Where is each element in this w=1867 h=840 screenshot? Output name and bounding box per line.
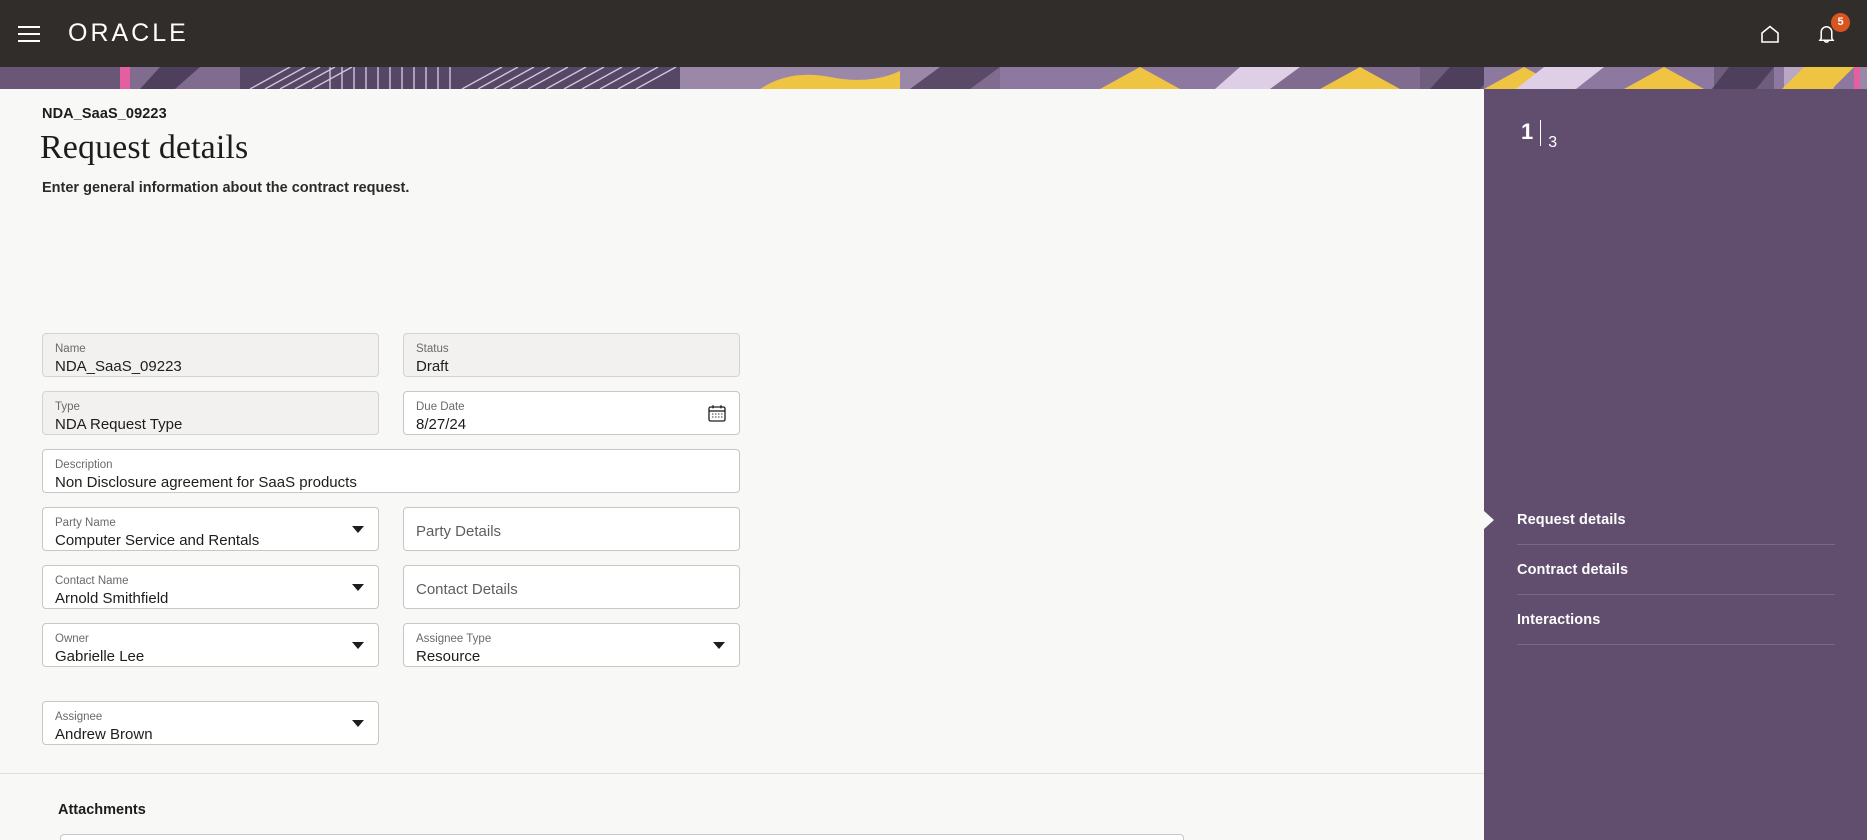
notification-count-badge: 5: [1831, 12, 1850, 32]
field-description-label: Description: [55, 459, 113, 471]
sidebar-item-request-details[interactable]: Request details: [1484, 495, 1835, 545]
field-name-value: NDA_SaaS_09223: [55, 358, 182, 375]
chevron-down-icon[interactable]: [352, 584, 364, 591]
field-description[interactable]: Description Non Disclosure agreement for…: [42, 449, 740, 493]
wizard-step-list: Request details Contract details Interac…: [1484, 495, 1835, 645]
field-due-date[interactable]: Due Date 8/27/24: [403, 391, 740, 435]
wizard-step-separator: [1540, 120, 1542, 146]
field-due-date-label: Due Date: [416, 401, 465, 413]
field-type-label: Type: [55, 401, 80, 413]
chevron-down-icon[interactable]: [713, 642, 725, 649]
field-contact-details[interactable]: Contact Details: [403, 565, 740, 609]
field-contact-name-value: Arnold Smithfield: [55, 590, 169, 607]
field-assignee-type-label: Assignee Type: [416, 633, 492, 645]
page-title: Request details: [40, 129, 249, 166]
section-divider: [0, 773, 1484, 774]
field-party-name-label: Party Name: [55, 517, 116, 529]
wizard-step-counter: 1 3: [1521, 120, 1557, 158]
sidebar-item-interactions[interactable]: Interactions: [1517, 595, 1835, 645]
main-content-area: NDA_SaaS_09223 Request details Enter gen…: [0, 89, 1484, 840]
sidebar-item-interactions-label: Interactions: [1517, 611, 1601, 628]
chevron-down-icon[interactable]: [352, 642, 364, 649]
field-party-name-value: Computer Service and Rentals: [55, 532, 260, 549]
field-name-label: Name: [55, 343, 86, 355]
sidebar-item-request-details-label: Request details: [1517, 511, 1626, 528]
field-contact-name-label: Contact Name: [55, 575, 129, 587]
calendar-icon[interactable]: [707, 403, 727, 423]
active-step-pointer-icon: [1484, 510, 1494, 529]
field-description-value: Non Disclosure agreement for SaaS produc…: [55, 474, 357, 491]
chevron-down-icon[interactable]: [352, 720, 364, 727]
topbar-actions: 5: [1755, 12, 1850, 49]
field-owner-label: Owner: [55, 633, 89, 645]
sidebar-item-contract-details[interactable]: Contract details: [1517, 545, 1835, 595]
sidebar-decorative-banner: [1484, 67, 1867, 89]
field-owner-value: Gabrielle Lee: [55, 648, 145, 665]
sidebar-item-contract-details-label: Contract details: [1517, 561, 1629, 578]
field-contact-details-placeholder: Contact Details: [416, 581, 518, 598]
field-status-value: Draft: [416, 358, 449, 375]
field-contact-name[interactable]: Contact Name Arnold Smithfield: [42, 565, 379, 609]
home-icon[interactable]: [1755, 19, 1785, 49]
field-attachment-category[interactable]: Category Supporting Document: [60, 834, 1184, 840]
chevron-down-icon[interactable]: [352, 526, 364, 533]
field-party-details-placeholder: Party Details: [416, 523, 502, 540]
field-owner[interactable]: Owner Gabrielle Lee: [42, 623, 379, 667]
oracle-logo: ORACLE: [68, 19, 189, 47]
field-assignee-type-value: Resource: [416, 648, 481, 665]
field-type[interactable]: Type NDA Request Type: [42, 391, 379, 435]
field-due-date-value: 8/27/24: [416, 416, 467, 433]
field-name[interactable]: Name NDA_SaaS_09223: [42, 333, 379, 377]
field-party-name[interactable]: Party Name Computer Service and Rentals: [42, 507, 379, 551]
field-party-details[interactable]: Party Details: [403, 507, 740, 551]
top-navigation-bar: ORACLE 5: [0, 0, 1867, 67]
field-type-value: NDA Request Type: [55, 416, 183, 433]
page-subtitle: Enter general information about the cont…: [42, 180, 410, 196]
field-assignee[interactable]: Assignee Andrew Brown: [42, 701, 379, 745]
field-assignee-type[interactable]: Assignee Type Resource: [403, 623, 740, 667]
wizard-step-current: 1: [1521, 119, 1534, 144]
wizard-step-total: 3: [1548, 134, 1558, 151]
notifications-bell-icon[interactable]: 5: [1811, 12, 1850, 49]
field-status[interactable]: Status Draft: [403, 333, 740, 377]
wizard-sidebar: 1 3 Request details Contract details Int…: [1484, 67, 1867, 840]
field-assignee-label: Assignee: [55, 711, 103, 723]
hamburger-menu-icon[interactable]: [18, 21, 44, 47]
field-status-label: Status: [416, 343, 449, 355]
attachments-heading: Attachments: [58, 802, 146, 818]
field-assignee-value: Andrew Brown: [55, 726, 153, 743]
request-id-label: NDA_SaaS_09223: [42, 106, 167, 122]
